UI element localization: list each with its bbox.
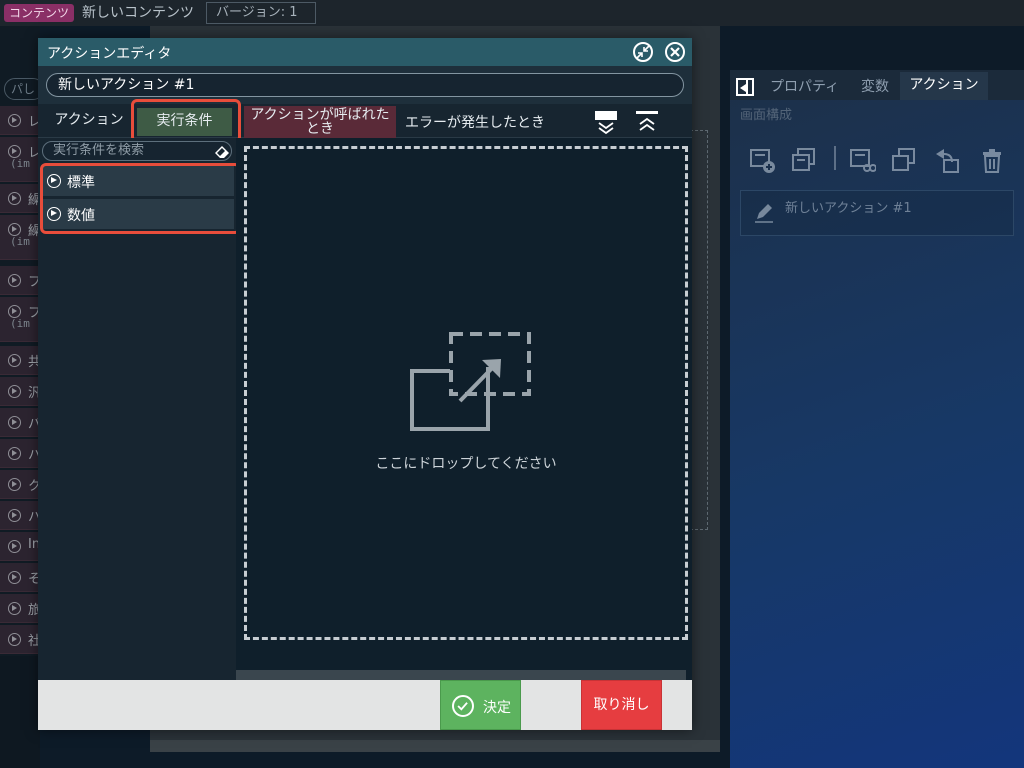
background-category-row[interactable]: ハ [0, 439, 40, 468]
close-button[interactable] [665, 42, 685, 62]
expand-arrow-icon [8, 509, 21, 522]
content-title[interactable]: 新しいコンテンツ [82, 3, 194, 23]
check-circle-icon [452, 695, 474, 717]
dialog-title-bar: アクションエディタ [38, 38, 692, 66]
canvas-horizontal-scrollbar[interactable] [236, 670, 686, 680]
expand-arrow-icon [8, 633, 21, 646]
shrink-window-button[interactable] [633, 42, 653, 62]
content-badge: コンテンツ [4, 4, 75, 22]
expand-arrow-icon [8, 602, 21, 615]
version-selector[interactable]: バージョン: 1 [206, 2, 316, 24]
right-panel-tabs: プロパティ 変数 アクション [730, 70, 1024, 100]
background-category-row[interactable]: ハ [0, 501, 40, 530]
background-sidebar-footer [0, 656, 40, 768]
expand-arrow-icon [8, 192, 21, 205]
background-category-row[interactable]: レ [0, 106, 40, 135]
action-name-field[interactable]: 新しいアクション #1 [46, 73, 684, 97]
background-category-sublabel: (im [10, 317, 30, 330]
close-icon [670, 47, 680, 57]
condition-drop-zone[interactable]: ここにドロップしてください [244, 146, 688, 640]
drop-zone-hint: ここにドロップしてください [375, 456, 557, 472]
action-list-item-label: 新しいアクション #1 [785, 201, 912, 216]
section-label: 画面構成 [740, 108, 793, 123]
dialog-title: アクションエディタ [47, 46, 172, 62]
category-list-highlight [40, 163, 241, 234]
background-category-sublabel: (im [10, 235, 30, 248]
background-category-row[interactable]: 旅 [0, 594, 40, 623]
pencil-icon [755, 204, 773, 223]
expand-arrow-icon [8, 416, 21, 429]
expand-arrow-icon [8, 540, 21, 553]
right-panel: プロパティ 変数 アクション 画面構成 新しいアクション #1 [730, 70, 1024, 768]
condition-tab-highlight [131, 99, 241, 143]
paste-action-icon[interactable] [890, 146, 918, 174]
expand-all-icon[interactable] [636, 111, 658, 135]
background-category-row[interactable]: 繰 (im [0, 215, 40, 260]
background-category-row[interactable]: レ (im [0, 137, 40, 182]
trash-icon[interactable] [978, 146, 1006, 174]
cut-action-icon[interactable] [848, 146, 876, 174]
tab-properties[interactable]: プロパティ [770, 76, 839, 96]
background-category-row[interactable]: ク [0, 470, 40, 499]
expand-arrow-icon [8, 354, 21, 367]
expand-arrow-icon [8, 571, 21, 584]
expand-arrow-icon [8, 274, 21, 287]
background-category-row[interactable]: 共 [0, 346, 40, 375]
action-editor-dialog: アクションエディタ 新しいアクション #1 アクション 実行条件 アクションが呼… [38, 38, 692, 730]
copy-action-icon[interactable] [790, 146, 818, 174]
tab-on-error[interactable]: エラーが発生したとき [400, 104, 550, 138]
add-action-icon[interactable] [748, 146, 776, 174]
ok-button[interactable]: 決定 [440, 680, 521, 730]
cancel-button[interactable]: 取り消し [581, 680, 662, 730]
background-category-row[interactable]: そ [0, 563, 40, 592]
background-category-row[interactable]: In [0, 532, 40, 561]
expand-arrow-icon [8, 114, 21, 127]
ok-button-label: 決定 [483, 700, 511, 716]
tab-action[interactable]: アクション [46, 104, 132, 138]
background-category-row[interactable]: 繰 [0, 184, 40, 213]
eraser-icon[interactable] [213, 143, 231, 159]
expand-arrow-icon [8, 447, 21, 460]
action-list-item[interactable]: 新しいアクション #1 [740, 190, 1014, 236]
background-canvas-scrollbar[interactable] [150, 740, 720, 752]
toolbar-divider [834, 146, 836, 170]
background-category-row[interactable]: フ (im [0, 297, 40, 342]
background-category-row[interactable]: 汎 [0, 377, 40, 406]
collapse-all-icon[interactable] [595, 111, 617, 135]
drop-target-icon [410, 332, 531, 431]
background-category-row[interactable]: 社 [0, 625, 40, 654]
panel-collapse-icon[interactable] [736, 78, 754, 96]
background-canvas-guide [690, 130, 708, 530]
background-category-row[interactable]: パ [0, 408, 40, 437]
condition-search-input[interactable]: 実行条件を検索 [42, 141, 232, 161]
shrink-icon [636, 45, 650, 59]
tab-actions[interactable]: アクション [900, 72, 988, 100]
expand-arrow-icon [8, 385, 21, 398]
tab-variables[interactable]: 変数 [861, 76, 889, 96]
tab-when-called[interactable]: アクションが呼ばれたとき [244, 106, 396, 138]
undo-action-icon[interactable] [932, 146, 960, 174]
background-category-row[interactable]: フ [0, 266, 40, 295]
app-topbar: コンテンツ 新しいコンテンツ バージョン: 1 [0, 0, 1024, 26]
expand-arrow-icon [8, 478, 21, 491]
background-category-sublabel: (im [10, 157, 30, 170]
